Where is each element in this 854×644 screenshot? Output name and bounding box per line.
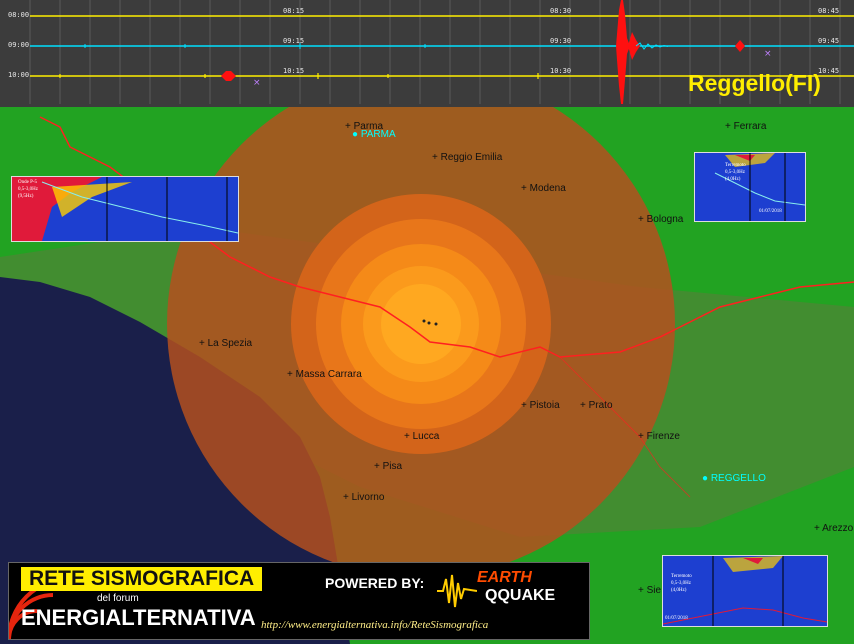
city-label: + Lucca [404,431,440,442]
seismogram-panel: × × 08:00 09:00 10:00 08:15 08:30 08:45 … [0,0,854,107]
city-label: + Bologna [638,214,684,225]
city-label: + Pisa [374,461,403,472]
spectrogram-inset-top-right: Terremoto 0,5-3,0Hz (4,0Hz) 01/07/2018 [694,152,806,222]
city-label: + Livorno [343,492,385,503]
tick-label: 08:15 [283,7,305,15]
row-time-label: 09:00 [8,41,30,49]
city-label: + Ferrara [725,121,767,132]
banner-subtitle: del forum [97,593,139,604]
row-time-label: 10:00 [8,71,30,79]
city-label: + Firenze [638,431,680,442]
inset-date: 01/07/2018 [665,616,688,621]
city-label: + Massa Carrara [287,369,362,380]
inset-text: (9,5Hz) [18,194,34,199]
city-label: ● PARMA [352,129,396,140]
logo-earth: EARTH [477,569,532,586]
tick-label: 08:30 [550,7,572,15]
banner-title: RETE SISMOGRAFICA [21,567,263,591]
banner-org: ENERGIALTERNATIVA [21,605,256,630]
city-label: + La Spezia [199,338,253,349]
tick-label: 09:15 [283,37,305,45]
city-label: + Modena [521,183,566,194]
spectrogram-inset-bottom-right: Terremoto 0,5-3,0Hz (4,0Hz) 01/07/2018 [662,555,828,627]
inset-text: 0,5-3,0Hz [671,581,691,586]
svg-text:×: × [764,49,772,59]
tick-label: 09:45 [818,37,840,45]
row-time-label: 08:00 [8,11,30,19]
city-label: + Sie [638,585,662,596]
city-label: ● REGGELLO [702,473,766,484]
svg-text:×: × [253,78,261,88]
inset-text: 0,5-3,0Hz [18,187,38,192]
tick-label: 10:30 [550,67,572,75]
logo-quake: QQUAKE [485,587,556,604]
city-label: + Arezzo [814,523,854,534]
city-label: + Prato [580,400,613,411]
tick-label: 10:45 [818,67,840,75]
inset-date: 01/07/2018 [759,209,782,214]
inset-text: Terremoto [671,574,692,579]
city-label: + Pistoia [521,400,560,411]
tick-label: 10:15 [283,67,305,75]
city-label: + Reggio Emilia [432,152,503,163]
tick-label: 09:30 [550,37,572,45]
banner-url[interactable]: http://www.energialternativa.info/ReteSi… [261,619,488,631]
waveform-logo-icon [437,574,477,608]
inset-text: Terremoto [725,163,746,168]
inset-text: (4,0Hz) [671,588,687,593]
inset-text: (4,0Hz) [725,177,741,182]
epicenter [381,284,461,364]
powered-by-label: POWERED BY: [325,575,425,591]
inset-text: 0,5-3,0Hz [725,170,745,175]
spectrogram-inset-left: Onde P-5 0,5-3,0Hz (9,5Hz) [11,176,239,242]
station-name: Reggello(FI) [688,70,821,96]
inset-text: Onde P-5 [18,180,38,185]
footer-banner: RETE SISMOGRAFICA del forum ENERGIALTERN… [8,562,590,640]
tick-label: 08:45 [818,7,840,15]
